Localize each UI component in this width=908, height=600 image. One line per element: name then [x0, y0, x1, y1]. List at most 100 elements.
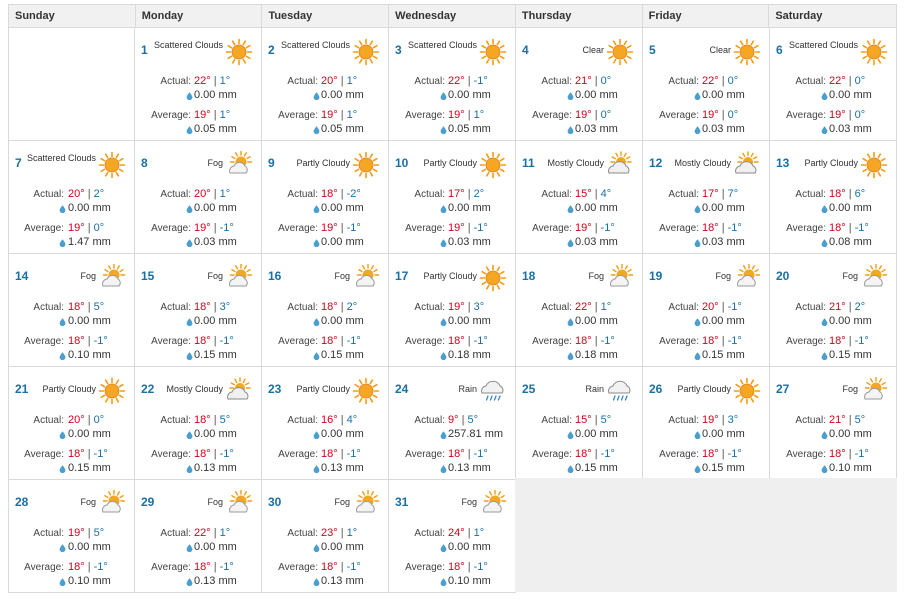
day-number: 3 [395, 43, 402, 57]
day-cell: 22 Mostly Cloudy Actual: 18° | 5° 0.00 mm Ave… [135, 367, 262, 480]
day-cell: 13 Partly Cloudy Actual: 18° | 6° 0.00 mm Ave… [770, 141, 897, 254]
precipitation-drop-icon [567, 351, 574, 361]
precipitation-drop-icon [186, 125, 193, 135]
sunny-icon [733, 377, 761, 405]
average-high-temp: 19° [68, 222, 85, 234]
condition-label: Fog [461, 497, 477, 507]
condition-label: Partly Cloudy [296, 384, 350, 394]
precipitation-drop-icon [186, 577, 193, 587]
average-low-temp: -1° [473, 335, 488, 347]
rain-icon [479, 377, 507, 405]
average-label: Average: [659, 223, 699, 234]
average-high-temp: 18° [321, 448, 338, 460]
sunny-icon [352, 151, 380, 179]
average-high-temp: 18° [702, 448, 719, 460]
actual-label: Actual: [287, 528, 318, 539]
average-label: Average: [659, 449, 699, 460]
condition-label: Scattered Clouds [788, 40, 858, 50]
average-low-temp: -1° [93, 448, 108, 460]
precipitation-unit: mm [92, 541, 111, 553]
average-label: Average: [786, 336, 826, 347]
actual-precipitation: 0.00 [448, 541, 470, 553]
actual-low-temp: 1° [600, 301, 612, 313]
average-high-temp: 19° [194, 109, 211, 121]
actual-high-temp: 19° [68, 527, 85, 539]
actual-precipitation: 0.00 [702, 315, 724, 327]
actual-precipitation: 0.00 [194, 315, 216, 327]
actual-high-temp: 24° [448, 527, 465, 539]
condition-label: Scattered Clouds [407, 40, 477, 50]
actual-low-temp: 7° [727, 188, 739, 200]
average-label: Average: [532, 336, 572, 347]
actual-high-temp: 18° [829, 188, 846, 200]
average-low-temp: -1° [93, 561, 108, 573]
average-precipitation: 0.05 [448, 123, 470, 135]
actual-precipitation: 0.00 [194, 541, 216, 553]
average-label: Average: [532, 449, 572, 460]
actual-high-temp: 22° [194, 75, 211, 87]
day-number: 11 [522, 156, 535, 170]
precipitation-drop-icon [59, 430, 66, 440]
actual-label: Actual: [33, 302, 64, 313]
precipitation-unit: mm [853, 236, 872, 248]
precipitation-unit: mm [484, 428, 504, 440]
actual-high-temp: 20° [321, 75, 338, 87]
precipitation-drop-icon [313, 430, 320, 440]
average-label: Average: [151, 449, 191, 460]
condition-label: Partly Cloudy [42, 384, 96, 394]
precipitation-unit: mm [218, 349, 237, 361]
average-low-temp: -1° [93, 335, 108, 347]
actual-high-temp: 20° [702, 301, 719, 313]
actual-precipitation: 0.00 [194, 428, 216, 440]
precipitation-unit: mm [472, 202, 491, 214]
average-precipitation: 0.03 [702, 236, 724, 248]
fog-icon [352, 263, 380, 292]
precipitation-unit: mm [599, 89, 618, 101]
fog-icon [98, 263, 126, 292]
precipitation-unit: mm [345, 428, 364, 440]
average-label: Average: [659, 110, 699, 121]
day-cell: 23 Partly Cloudy Actual: 16° | 4° 0.00 mm Ave… [262, 367, 389, 480]
actual-high-temp: 15° [575, 188, 592, 200]
actual-label: Actual: [33, 189, 64, 200]
precipitation-unit: mm [345, 349, 364, 361]
actual-precipitation: 0.00 [68, 315, 90, 327]
precipitation-unit: mm [599, 428, 618, 440]
condition-label: Mostly Cloudy [547, 158, 604, 168]
average-high-temp: 19° [321, 109, 338, 121]
average-label: Average: [278, 336, 318, 347]
actual-high-temp: 21° [575, 75, 592, 87]
average-low-temp: 0° [854, 109, 866, 121]
average-low-temp: -1° [600, 448, 615, 460]
day-number: 5 [649, 43, 656, 57]
condition-label: Partly Cloudy [423, 271, 477, 281]
actual-precipitation: 257.81 [448, 428, 482, 440]
actual-low-temp: -2° [346, 188, 361, 200]
sunny-icon [352, 38, 380, 66]
precipitation-drop-icon [821, 430, 828, 440]
average-precipitation: 0.15 [702, 462, 724, 474]
average-precipitation: 0.03 [829, 123, 851, 135]
day-cell: 9 Partly Cloudy Actual: 18° | -2° 0.00 mm Ave… [262, 141, 389, 254]
condition-label: Partly Cloudy [423, 158, 477, 168]
average-low-temp: -1° [473, 222, 488, 234]
average-low-temp: -1° [219, 335, 234, 347]
precipitation-drop-icon [567, 204, 574, 214]
precipitation-drop-icon [59, 464, 66, 474]
precipitation-drop-icon [313, 317, 320, 327]
day-cell: 24 Rain Actual: 9° | 5° 257.81 mm Average: 18°… [389, 367, 516, 480]
precipitation-drop-icon [313, 125, 320, 135]
actual-precipitation: 0.00 [448, 202, 470, 214]
actual-low-temp: 2° [93, 188, 105, 200]
precipitation-unit: mm [599, 123, 618, 135]
precipitation-unit: mm [345, 123, 364, 135]
actual-low-temp: 2° [854, 301, 866, 313]
average-precipitation: 0.13 [194, 462, 216, 474]
day-cell: 7 Scattered Clouds Actual: 20° | 2° 0.00 mm A… [8, 141, 135, 254]
actual-high-temp: 18° [194, 301, 211, 313]
sunny-icon [352, 377, 380, 405]
precipitation-drop-icon [313, 351, 320, 361]
actual-high-temp: 17° [702, 188, 719, 200]
average-label: Average: [786, 110, 826, 121]
actual-high-temp: 20° [68, 188, 85, 200]
